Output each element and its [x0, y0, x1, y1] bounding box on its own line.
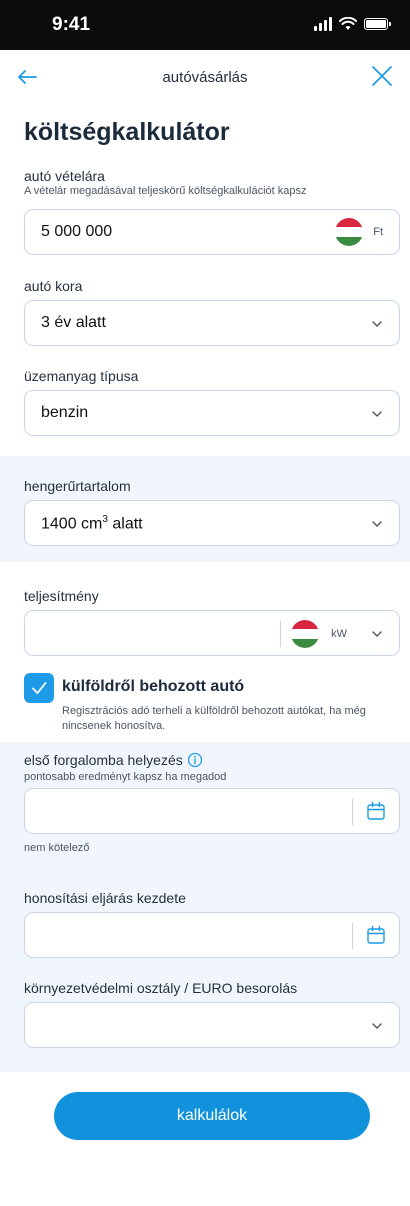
price-input[interactable]: 5 000 000 Ft: [24, 209, 400, 255]
imported-description: Regisztrációs adó terheli a külföldről b…: [62, 705, 366, 732]
page-title: költségkalkulátor: [24, 118, 230, 146]
status-icons: [314, 17, 391, 31]
fuel-type-label: üzemanyag típusa: [24, 368, 139, 384]
engine-select[interactable]: 1400 cm3 alatt: [24, 500, 400, 546]
engine-value: 1400 cm3 alatt: [41, 514, 143, 533]
battery-icon: [364, 18, 391, 30]
wifi-icon: [339, 17, 357, 30]
check-icon: [32, 682, 47, 694]
power-unit: kW: [331, 628, 347, 640]
price-hint: A vételár megadásával teljeskörű költség…: [24, 185, 307, 197]
fuel-type-select[interactable]: benzin: [24, 390, 400, 436]
first-registration-date-input[interactable]: [24, 788, 400, 834]
calculate-button[interactable]: kalkulálok: [54, 1092, 370, 1140]
nav-title: autóvásárlás: [162, 69, 248, 86]
power-label: teljesítmény: [24, 588, 99, 604]
price-label: autó vételára: [24, 168, 105, 184]
chevron-down-icon: [372, 1023, 382, 1029]
engine-value-suffix: alatt: [107, 515, 143, 533]
first-registration-label-text: első forgalomba helyezés: [24, 752, 183, 768]
calendar-icon[interactable]: [365, 800, 387, 822]
status-time: 9:41: [52, 14, 91, 35]
calendar-icon[interactable]: [365, 924, 387, 946]
engine-value-prefix: 1400 cm: [41, 515, 103, 533]
power-input[interactable]: kW: [24, 610, 400, 656]
currency-unit: Ft: [373, 226, 383, 238]
fuel-type-value: benzin: [41, 404, 89, 421]
chevron-down-icon: [372, 321, 382, 327]
info-icon[interactable]: [187, 752, 203, 768]
imported-checkbox[interactable]: [24, 673, 54, 703]
chevron-down-icon[interactable]: [369, 626, 385, 642]
divider: [352, 923, 353, 949]
price-value: 5 000 000: [41, 223, 113, 240]
chevron-down-icon: [372, 411, 382, 417]
hungary-flag-icon: [291, 620, 319, 648]
euro-class-label: környezetvédelmi osztály / EURO besorolá…: [24, 980, 298, 996]
divider: [280, 621, 281, 647]
hungary-flag-icon: [335, 218, 363, 246]
status-bar: 9:41: [0, 0, 410, 50]
naturalization-start-date-input[interactable]: [24, 912, 400, 958]
first-registration-note: nem kötelező: [24, 842, 90, 854]
car-age-value: 3 év alatt: [41, 314, 106, 331]
engine-label: hengerűrtartalom: [24, 478, 131, 494]
imported-label: külföldről behozott autó: [62, 678, 245, 695]
chevron-down-icon: [372, 521, 382, 527]
euro-class-select[interactable]: [24, 1002, 400, 1048]
car-age-label: autó kora: [24, 278, 83, 294]
divider: [352, 799, 353, 825]
signal-icon: [314, 17, 332, 31]
nav-bar: autóvásárlás: [0, 50, 410, 106]
close-icon[interactable]: [368, 62, 396, 90]
car-age-select[interactable]: 3 év alatt: [24, 300, 400, 346]
first-registration-hint: pontosabb eredményt kapsz ha megadod: [24, 771, 227, 783]
naturalization-start-label: honosítási eljárás kezdete: [24, 890, 186, 906]
first-registration-label: első forgalomba helyezés: [24, 752, 203, 768]
